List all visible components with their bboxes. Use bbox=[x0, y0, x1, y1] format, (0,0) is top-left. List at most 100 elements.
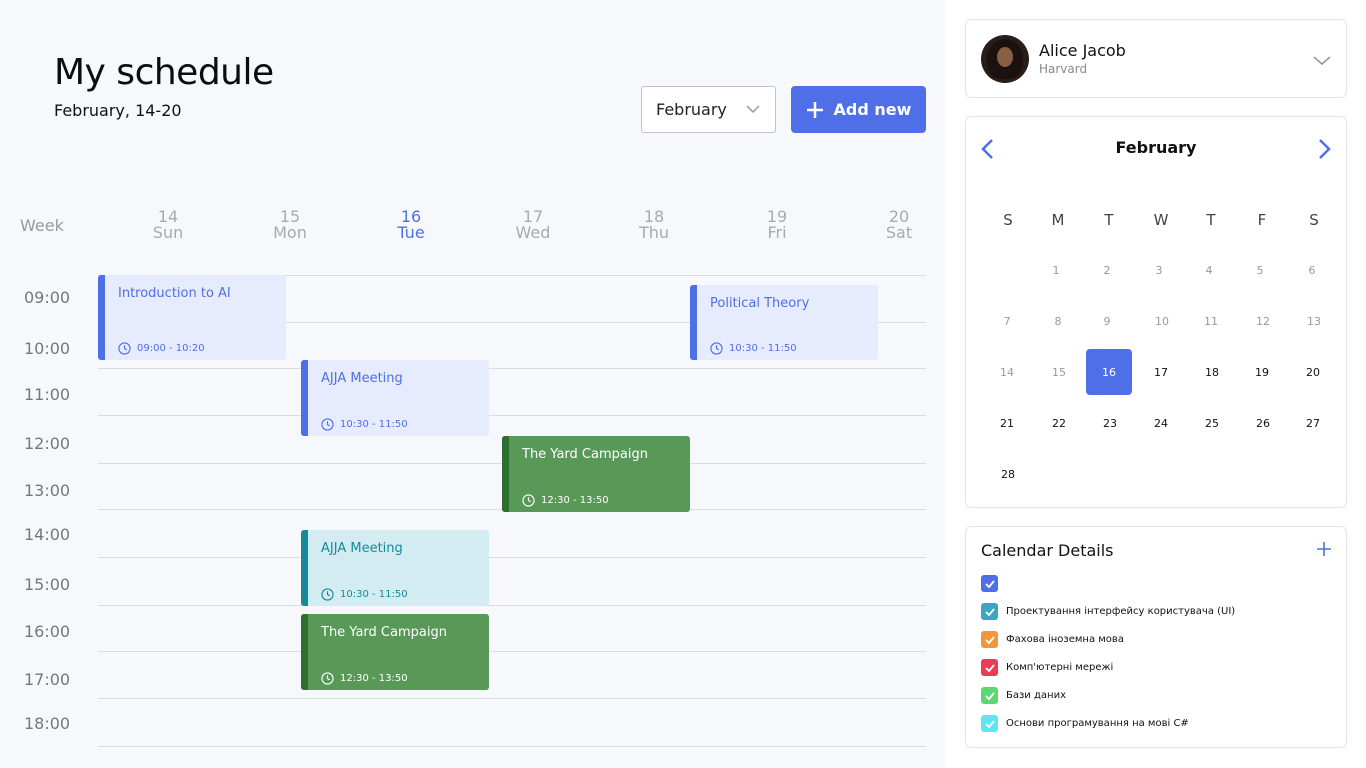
time-label: 17:00 bbox=[24, 670, 71, 689]
calendar-date[interactable]: 4 bbox=[1186, 247, 1232, 293]
day-name: Sun bbox=[152, 223, 184, 242]
event-time-text: 12:30 - 13:50 bbox=[541, 495, 609, 506]
grid-line bbox=[98, 746, 926, 747]
check-icon bbox=[984, 691, 995, 700]
day-header-sat[interactable]: 20 Sat bbox=[859, 209, 939, 241]
add-new-button[interactable]: Add new bbox=[791, 86, 926, 133]
week-label: Week bbox=[20, 216, 64, 235]
calendar-date[interactable]: 3 bbox=[1136, 247, 1182, 293]
day-header-thu[interactable]: 18 Thu bbox=[614, 209, 694, 241]
calendar-date[interactable]: 21 bbox=[984, 400, 1030, 446]
time-label: 16:00 bbox=[24, 622, 71, 641]
day-header-tue[interactable]: 16 Tue bbox=[371, 209, 451, 241]
day-header-wed[interactable]: 17 Wed bbox=[493, 209, 573, 241]
checkbox[interactable] bbox=[981, 575, 998, 592]
calendar-date[interactable]: 17 bbox=[1138, 349, 1184, 395]
calendar-date[interactable]: 6 bbox=[1289, 247, 1335, 293]
event-title: The Yard Campaign bbox=[321, 625, 447, 640]
calendar-date[interactable]: 14 bbox=[984, 349, 1030, 395]
calendar-date[interactable]: 24 bbox=[1138, 400, 1184, 446]
event-time: 12:30 - 13:50 bbox=[522, 494, 609, 507]
calendar-date[interactable]: 9 bbox=[1084, 298, 1130, 344]
event-color-bar bbox=[301, 614, 308, 690]
calendar-item-label: Проектування інтерфейсу користувача (UI) bbox=[1006, 606, 1236, 617]
check-icon bbox=[984, 607, 995, 616]
check-icon bbox=[984, 635, 995, 644]
event-title: The Yard Campaign bbox=[522, 447, 648, 462]
calendar-date[interactable]: 10 bbox=[1139, 298, 1185, 344]
weekday-label: S bbox=[1003, 211, 1013, 229]
sidebar: Alice Jacob Harvard February S M T W T F… bbox=[945, 0, 1366, 768]
day-header-sun[interactable]: 14 Sun bbox=[128, 209, 208, 241]
calendar-date-selected[interactable]: 16 bbox=[1086, 349, 1132, 395]
add-new-label: Add new bbox=[833, 100, 912, 119]
event-time-text: 09:00 - 10:20 bbox=[137, 343, 205, 354]
calendar-date[interactable]: 1 bbox=[1033, 247, 1079, 293]
event-card[interactable]: The Yard Campaign 12:30 - 13:50 bbox=[502, 436, 690, 512]
calendar-date[interactable]: 25 bbox=[1189, 400, 1235, 446]
grid-line bbox=[98, 557, 926, 558]
calendar-date[interactable]: 15 bbox=[1036, 349, 1082, 395]
weekday-label: F bbox=[1257, 211, 1267, 229]
calendar-date[interactable]: 12 bbox=[1240, 298, 1286, 344]
event-card[interactable]: AJJA Meeting 10:30 - 11:50 bbox=[301, 530, 489, 606]
checkbox[interactable] bbox=[981, 687, 998, 704]
time-label: 13:00 bbox=[24, 481, 71, 500]
checkbox[interactable] bbox=[981, 659, 998, 676]
calendar-date[interactable]: 23 bbox=[1087, 400, 1133, 446]
calendar-date[interactable]: 28 bbox=[985, 451, 1031, 497]
calendar-date[interactable]: 11 bbox=[1188, 298, 1234, 344]
calendar-date[interactable]: 13 bbox=[1291, 298, 1337, 344]
plus-icon bbox=[806, 101, 823, 118]
event-color-bar bbox=[301, 360, 308, 436]
event-time-text: 10:30 - 11:50 bbox=[340, 589, 408, 600]
mini-calendar: February S M T W T F S 1 2 3 4 5 6 7 8 9… bbox=[965, 116, 1347, 508]
day-header-mon[interactable]: 15 Mon bbox=[250, 209, 330, 241]
time-label: 12:00 bbox=[24, 434, 71, 453]
profile-org: Harvard bbox=[1039, 62, 1088, 76]
check-icon bbox=[984, 719, 995, 728]
calendar-item-label: Бази даних bbox=[1006, 690, 1066, 701]
day-name: Thu bbox=[638, 223, 670, 242]
checkbox[interactable] bbox=[981, 603, 998, 620]
time-label: 14:00 bbox=[24, 525, 71, 544]
event-color-bar bbox=[98, 275, 105, 360]
chevron-right-icon[interactable] bbox=[1314, 137, 1334, 161]
calendar-date[interactable]: 8 bbox=[1035, 298, 1081, 344]
event-card[interactable]: AJJA Meeting 10:30 - 11:50 bbox=[301, 360, 489, 436]
calendar-checkbox-row: Бази даних bbox=[981, 687, 1066, 704]
plus-icon[interactable] bbox=[1316, 541, 1332, 557]
calendar-date[interactable]: 5 bbox=[1237, 247, 1283, 293]
weekday-label: T bbox=[1206, 211, 1216, 229]
time-label: 10:00 bbox=[24, 339, 71, 358]
calendar-date[interactable]: 27 bbox=[1290, 400, 1336, 446]
grid-line bbox=[98, 651, 926, 652]
weekday-label: S bbox=[1309, 211, 1319, 229]
calendar-date[interactable]: 18 bbox=[1189, 349, 1235, 395]
page-subtitle: February, 14-20 bbox=[54, 101, 182, 120]
month-select[interactable]: February bbox=[641, 86, 776, 133]
day-header-fri[interactable]: 19 Fri bbox=[737, 209, 817, 241]
checkbox[interactable] bbox=[981, 715, 998, 732]
checkbox[interactable] bbox=[981, 631, 998, 648]
event-card[interactable]: Introduction to AI 09:00 - 10:20 bbox=[98, 275, 286, 360]
calendar-date[interactable]: 26 bbox=[1240, 400, 1286, 446]
calendar-date[interactable]: 7 bbox=[984, 298, 1030, 344]
day-name: Tue bbox=[397, 223, 425, 242]
event-time-text: 10:30 - 11:50 bbox=[340, 419, 408, 430]
chevron-down-icon[interactable] bbox=[1312, 50, 1332, 70]
event-color-bar bbox=[301, 530, 308, 606]
profile-card[interactable]: Alice Jacob Harvard bbox=[965, 19, 1347, 98]
event-card[interactable]: Political Theory 10:30 - 11:50 bbox=[690, 285, 878, 360]
day-name: Sat bbox=[885, 223, 913, 242]
calendar-date[interactable]: 22 bbox=[1036, 400, 1082, 446]
clock-icon bbox=[321, 588, 334, 601]
calendar-checkbox-row: Основи програмування на мові C# bbox=[981, 715, 1189, 732]
time-label: 11:00 bbox=[24, 385, 71, 404]
event-card[interactable]: The Yard Campaign 12:30 - 13:50 bbox=[301, 614, 489, 690]
calendar-date[interactable]: 2 bbox=[1084, 247, 1130, 293]
event-color-bar bbox=[690, 285, 697, 360]
calendar-date[interactable]: 19 bbox=[1239, 349, 1285, 395]
calendar-date[interactable]: 20 bbox=[1290, 349, 1336, 395]
grid-line bbox=[98, 415, 926, 416]
